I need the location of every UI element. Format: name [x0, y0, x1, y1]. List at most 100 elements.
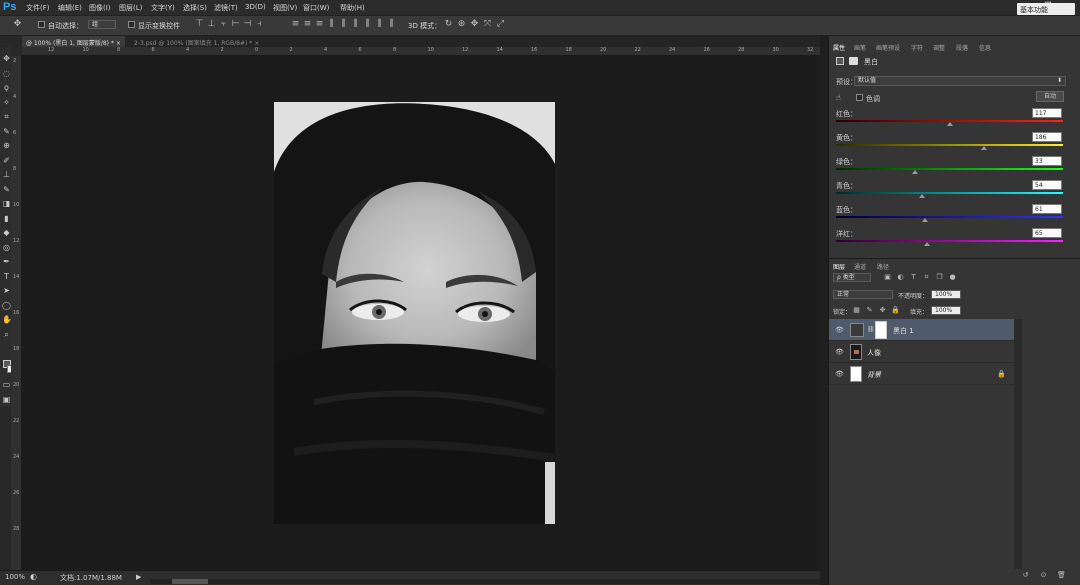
mask-icon[interactable] — [849, 57, 858, 65]
slider-track[interactable] — [836, 216, 1063, 218]
slider-track[interactable] — [836, 168, 1063, 170]
menu-item[interactable]: 选择(S) — [183, 3, 207, 13]
close-tab-icon[interactable]: × — [254, 40, 259, 47]
slider-thumb[interactable] — [919, 194, 926, 198]
lock-option-icon[interactable]: 🔒 — [891, 306, 900, 315]
align-distribute-icon[interactable]: ⫼ — [338, 19, 349, 30]
align-distribute-icon[interactable]: ⫟ — [218, 19, 229, 30]
auto-button[interactable]: 自动 — [1036, 91, 1064, 102]
tool-icon[interactable]: ⊥ — [2, 170, 11, 179]
status-info-icon[interactable]: ◐ — [30, 572, 37, 581]
align-distribute-icon[interactable]: ⊢ — [230, 19, 241, 30]
3d-mode-icon[interactable]: ⤧ — [482, 19, 493, 30]
zoom-level[interactable]: 100% — [5, 573, 25, 581]
tool-icon[interactable]: ✎ — [2, 127, 11, 136]
tool-icon[interactable]: ⌕ — [2, 330, 11, 339]
slider-value-input[interactable]: 65 — [1032, 228, 1062, 238]
panel-tab[interactable]: 信息 — [979, 43, 991, 52]
tool-icon[interactable]: ◆ — [2, 228, 11, 237]
align-distribute-icon[interactable]: ⫞ — [254, 19, 265, 30]
status-menu-arrow-icon[interactable]: ▶ — [136, 573, 141, 581]
layer-name[interactable]: 人像 — [867, 348, 881, 358]
auto-select-dropdown[interactable]: 组 — [88, 20, 116, 29]
layer-filter-icon[interactable]: ❐ — [935, 273, 944, 282]
tool-icon[interactable]: ◨ — [2, 199, 11, 208]
slider-value-input[interactable]: 54 — [1032, 180, 1062, 190]
3d-mode-icon[interactable]: ↻ — [443, 19, 454, 30]
visibility-eye-icon[interactable]: 👁 — [835, 348, 844, 356]
visibility-eye-icon[interactable]: 👁 — [835, 370, 844, 378]
layers-bottom-icon[interactable]: 🗑 — [1057, 571, 1066, 580]
hand-target-icon[interactable]: ☝ — [836, 93, 841, 102]
blend-mode-dropdown[interactable]: 正常 — [833, 290, 893, 299]
align-distribute-icon[interactable]: ⫼ — [374, 19, 385, 30]
3d-mode-icon[interactable]: ⤢ — [495, 19, 506, 30]
layer-filter-icon[interactable]: ⌗ — [922, 273, 931, 282]
panel-tab[interactable]: 调整 — [933, 43, 945, 52]
tool-icon[interactable]: ✥ — [2, 54, 11, 63]
slider-value-input[interactable]: 61 — [1032, 204, 1062, 214]
3d-mode-icon[interactable]: ⊛ — [456, 19, 467, 30]
layers-panel-tab[interactable]: 通道 — [854, 262, 866, 271]
tab-document-2[interactable]: 2-3.psd @ 100% (图案填充 1, RGB/8#) * × — [130, 36, 263, 47]
auto-select-checkbox[interactable] — [38, 21, 45, 28]
panel-tab[interactable]: 画笔 — [854, 43, 866, 52]
tool-icon[interactable]: ✧ — [2, 98, 11, 107]
menu-item[interactable]: 图层(L) — [119, 3, 142, 13]
slider-thumb[interactable] — [946, 122, 953, 126]
slider-track[interactable] — [836, 144, 1063, 146]
slider-thumb[interactable] — [912, 170, 919, 174]
layers-bottom-icon[interactable]: ⊙ — [1039, 571, 1048, 580]
layers-bottom-icon[interactable]: ↺ — [1021, 571, 1030, 580]
layer-row-background[interactable]: 👁 背景 🔒 — [829, 363, 1014, 385]
tool-icon[interactable]: T — [2, 272, 11, 281]
tool-icon[interactable]: ✋ — [2, 315, 12, 324]
layers-panel-tab[interactable]: 路径 — [877, 262, 889, 271]
quick-mask-icon[interactable]: ▭ — [2, 380, 11, 389]
layer-filter-icon[interactable]: ◐ — [896, 273, 905, 282]
tool-icon[interactable]: ◌ — [2, 69, 11, 78]
layer-filter-icon[interactable]: T — [909, 273, 918, 282]
tool-icon[interactable]: ⌗ — [2, 112, 11, 121]
slider-track[interactable] — [836, 240, 1063, 242]
opacity-input[interactable]: 100% — [931, 290, 961, 299]
panel-tab[interactable]: 段落 — [956, 43, 968, 52]
align-distribute-icon[interactable]: ≡ — [302, 19, 313, 30]
canvas-area[interactable] — [21, 56, 820, 570]
lock-option-icon[interactable]: ✎ — [865, 306, 874, 315]
align-distribute-icon[interactable]: ⫼ — [362, 19, 373, 30]
layer-mask-thumbnail[interactable] — [875, 321, 887, 339]
slider-value-input[interactable]: 186 — [1032, 132, 1062, 142]
slider-value-input[interactable]: 33 — [1032, 156, 1062, 166]
3d-mode-icon[interactable]: ✥ — [469, 19, 480, 30]
slider-thumb[interactable] — [923, 242, 930, 246]
fill-input[interactable]: 100% — [931, 306, 961, 315]
menu-item[interactable]: 编辑(E) — [58, 3, 82, 13]
align-distribute-icon[interactable]: ⫼ — [350, 19, 361, 30]
tool-icon[interactable]: ✐ — [2, 156, 11, 165]
close-tab-icon[interactable]: × — [116, 40, 121, 47]
align-distribute-icon[interactable]: ⊤ — [194, 19, 205, 30]
menu-item[interactable]: 帮助(H) — [340, 3, 365, 13]
slider-track[interactable] — [836, 192, 1063, 194]
lock-option-icon[interactable]: ✥ — [878, 306, 887, 315]
tool-icon[interactable]: ✒ — [2, 257, 11, 266]
panel-tab[interactable]: 画笔预设 — [876, 43, 900, 52]
layer-kind-filter[interactable]: ρ 类型 — [833, 273, 871, 282]
screen-mode-icon[interactable]: ▣ — [2, 395, 11, 404]
lock-option-icon[interactable]: ▦ — [852, 306, 861, 315]
align-distribute-icon[interactable]: ≡ — [314, 19, 325, 30]
tool-icon[interactable]: ◯ — [2, 301, 11, 310]
align-distribute-icon[interactable]: ≡ — [290, 19, 301, 30]
layer-filter-icon[interactable]: ● — [948, 273, 957, 282]
tool-icon[interactable]: ✎ — [2, 185, 11, 194]
align-distribute-icon[interactable]: ⫼ — [326, 19, 337, 30]
layer-row-bw[interactable]: 👁 ⛓ 黑白 1 — [829, 319, 1014, 341]
preset-dropdown[interactable]: 默认值 ⬍ — [854, 76, 1066, 86]
layer-row-portrait[interactable]: 👁 人像 — [829, 341, 1014, 363]
align-distribute-icon[interactable]: ⊥ — [206, 19, 217, 30]
scroll-thumb[interactable] — [172, 579, 208, 584]
panel-tab[interactable]: 字符 — [911, 43, 923, 52]
menu-item[interactable]: 视图(V) — [273, 3, 297, 13]
layer-name[interactable]: 背景 — [867, 370, 881, 380]
